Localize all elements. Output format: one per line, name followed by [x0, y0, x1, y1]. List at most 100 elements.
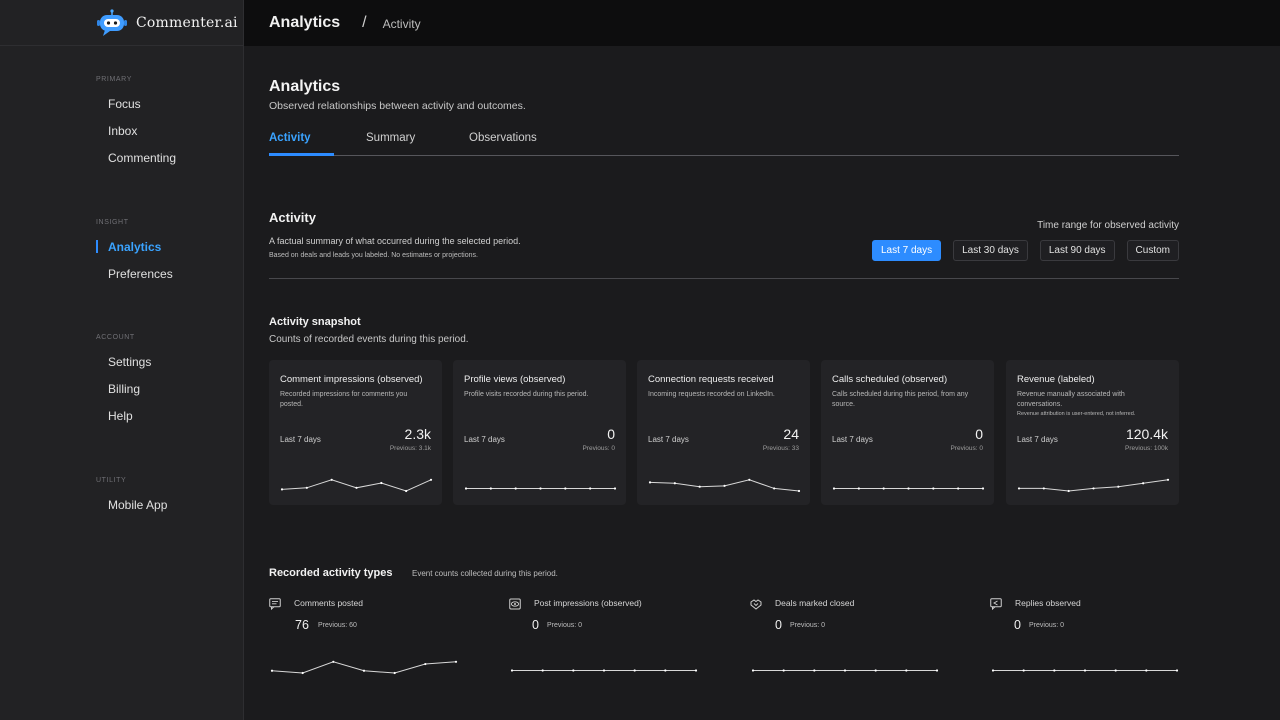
brand[interactable]: Commenter.ai	[0, 0, 243, 46]
sparkline-point	[1142, 482, 1145, 485]
card-range: Last 7 days	[832, 435, 873, 444]
sidebar-item-analytics[interactable]: Analytics	[96, 240, 173, 267]
sidebar-item-settings[interactable]: Settings	[96, 355, 151, 382]
impressions-icon	[509, 597, 521, 610]
sparkline-point	[857, 487, 860, 490]
sparkline-point	[932, 487, 935, 490]
sparkline-point	[464, 487, 468, 490]
page-subtitle: Observed relationships between activity …	[269, 100, 526, 112]
breadcrumb-separator: /	[362, 14, 367, 31]
sparkline-point	[1114, 669, 1117, 672]
card-range: Last 7 days	[1017, 435, 1058, 444]
type-replies-observed[interactable]: Replies observed 0 Previous: 0	[990, 596, 1180, 686]
range-custom-button[interactable]: Custom	[1126, 240, 1179, 261]
recorded-types-description: Event counts collected during this perio…	[412, 569, 558, 578]
sparkline-point	[797, 489, 801, 493]
card-description: Incoming requests recorded on LinkedIn.	[648, 391, 775, 398]
type-label: Deals marked closed	[775, 598, 855, 608]
sparkline-point	[572, 669, 575, 672]
nav-heading: ACCOUNT	[96, 334, 135, 341]
sparkline-point	[907, 487, 910, 490]
type-post-impressions[interactable]: Post impressions (observed) 0 Previous: …	[509, 596, 699, 686]
card-previous: Previous: 33	[762, 445, 799, 452]
sidebar-item-preferences[interactable]: Preferences	[96, 267, 173, 294]
card-revenue[interactable]: Revenue (labeled) Revenue manually assoc…	[1006, 360, 1179, 505]
sparkline-point	[332, 660, 335, 663]
sparkline-point	[905, 669, 908, 672]
nav-section-account: ACCOUNT Settings Billing Help	[96, 334, 151, 436]
sparkline-point	[510, 669, 514, 672]
sparkline-point	[782, 669, 785, 672]
sparkline-point	[429, 478, 433, 481]
card-footnote: Revenue attribution is user-entered, not…	[1017, 411, 1136, 417]
sparkline-point	[874, 669, 877, 672]
top-bar: Analytics / Activity	[244, 0, 1280, 46]
sidebar-item-inbox[interactable]: Inbox	[96, 124, 176, 151]
tab-activity[interactable]: Activity	[269, 132, 311, 144]
type-value: 76	[295, 618, 309, 632]
sparkline-point	[380, 481, 383, 485]
sparkline	[280, 478, 433, 493]
range-last-90-days-button[interactable]: Last 90 days	[1039, 240, 1115, 261]
breadcrumb-analytics[interactable]: Analytics	[269, 14, 340, 32]
card-value: 120.4k	[1125, 426, 1168, 442]
sparkline-path	[281, 479, 432, 492]
tab-observations[interactable]: Observations	[469, 132, 537, 144]
card-comment-impressions[interactable]: Comment impressions (observed) Recorded …	[269, 360, 442, 505]
snapshot-cards: Comment impressions (observed) Recorded …	[269, 360, 1179, 505]
type-previous: Previous: 0	[790, 622, 826, 629]
activity-section-description: A factual summary of what occurred durin…	[269, 236, 521, 246]
sparkline-point	[648, 481, 652, 484]
sidebar-item-commenting[interactable]: Commenting	[96, 151, 176, 178]
card-description: Recorded impressions for comments you po…	[280, 391, 408, 408]
sparkline-point	[355, 486, 358, 489]
sparkline-point	[957, 487, 960, 490]
sparkline-point	[280, 488, 284, 491]
type-value: 0	[1014, 618, 1021, 632]
sparkline-point	[935, 669, 939, 672]
card-value: 24	[783, 426, 799, 442]
card-previous: Previous: 0	[950, 445, 983, 452]
range-last-30-days-button[interactable]: Last 30 days	[953, 240, 1028, 261]
sparkline-point	[843, 669, 847, 672]
nav-section-utility: UTILITY Mobile App	[96, 477, 167, 525]
card-previous: Previous: 0	[582, 445, 615, 452]
range-last-7-days-button[interactable]: Last 7 days	[871, 240, 942, 261]
sparkline-point	[1067, 489, 1070, 493]
active-tab-indicator	[269, 153, 334, 156]
recorded-types-title: Recorded activity types	[269, 567, 393, 579]
sparkline-point	[301, 671, 304, 675]
sparkline-point	[602, 669, 606, 672]
nav-heading: INSIGHT	[96, 219, 129, 226]
sparkline-point	[393, 671, 396, 675]
card-title: Profile views (observed)	[464, 374, 566, 385]
tab-summary[interactable]: Summary	[366, 132, 415, 144]
type-deals-closed[interactable]: Deals marked closed 0 Previous: 0	[750, 596, 940, 686]
sparkline	[510, 669, 698, 672]
type-comments-posted[interactable]: Comments posted 76 Previous: 60	[269, 596, 459, 686]
sparkline-point	[694, 669, 698, 672]
card-calls-scheduled[interactable]: Calls scheduled (observed) Calls schedul…	[821, 360, 994, 505]
sparkline-point	[405, 489, 408, 493]
sparkline	[464, 487, 617, 490]
card-description: Profile visits recorded during this peri…	[464, 391, 589, 398]
sidebar-item-billing[interactable]: Billing	[96, 382, 151, 409]
card-title: Calls scheduled (observed)	[832, 374, 948, 385]
sparkline-point	[698, 485, 701, 488]
type-label: Replies observed	[1015, 598, 1081, 608]
handshake-icon	[750, 597, 762, 610]
card-connection-requests[interactable]: Connection requests received Incoming re…	[637, 360, 810, 505]
type-value: 0	[532, 618, 539, 632]
type-value: 0	[775, 618, 782, 632]
activity-section-note: Based on deals and leads you labeled. No…	[269, 252, 478, 259]
sparkline-point	[981, 487, 985, 490]
card-profile-views[interactable]: Profile views (observed) Profile visits …	[453, 360, 626, 505]
sparkline-point	[832, 487, 836, 490]
nav-section-insight: INSIGHT Analytics Preferences	[96, 219, 173, 294]
sidebar-item-help[interactable]: Help	[96, 409, 151, 436]
nav-section-primary: PRIMARY Focus Inbox Commenting	[96, 76, 176, 178]
sidebar-item-mobile-app[interactable]: Mobile App	[96, 498, 167, 525]
sparkline-point	[514, 487, 517, 490]
sparkline	[648, 478, 801, 493]
sidebar-item-focus[interactable]: Focus	[96, 97, 176, 124]
